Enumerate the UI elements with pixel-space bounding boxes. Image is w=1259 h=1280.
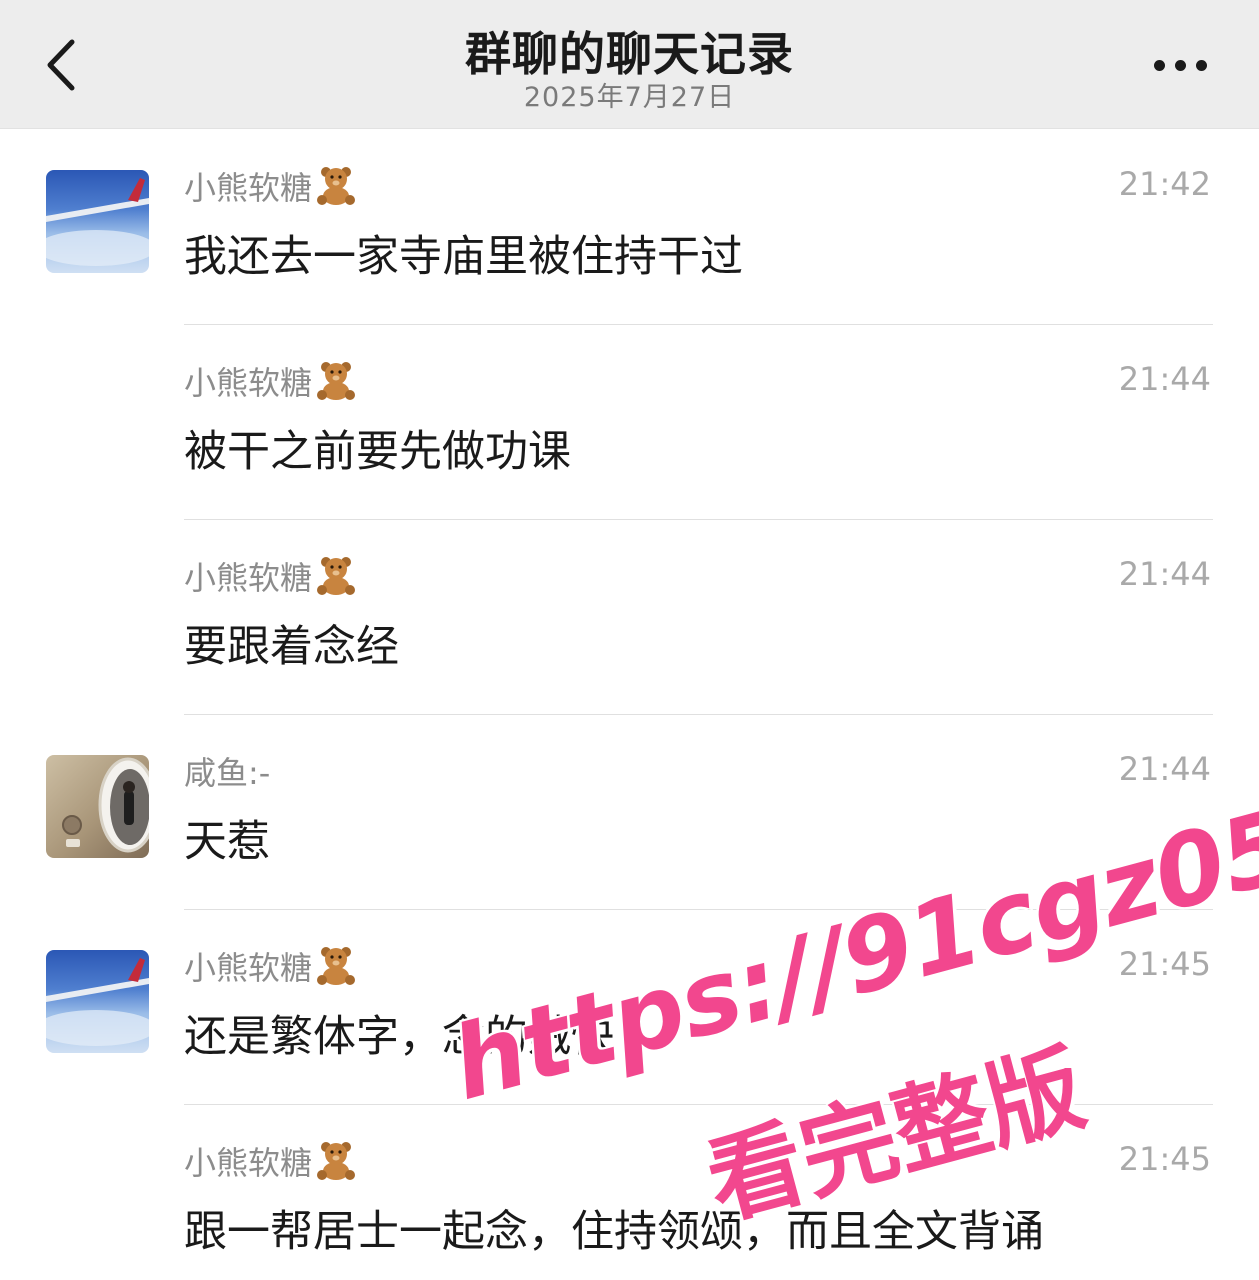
message-item: 小熊软糖 21:44 被干之前要先做功课 [0,325,1259,520]
message-text[interactable]: 被干之前要先做功课 [184,417,571,479]
sender-name: 小熊软糖 [184,358,358,404]
airplane-wing-icon [46,958,149,1046]
teddy-bear-icon [317,557,356,595]
message-time: 21:45 [1118,1140,1211,1178]
message-time: 21:44 [1118,555,1211,593]
message-time: 21:44 [1118,360,1211,398]
header-bar: 群聊的聊天记录 2025年7月27日 [0,0,1259,129]
message-time: 21:42 [1118,165,1211,203]
more-dots-icon [1154,60,1165,71]
chat-history-page: 群聊的聊天记录 2025年7月27日 小熊软糖 21:42 我还去一家寺庙里被住… [0,0,1259,1280]
more-options-button[interactable] [1144,40,1216,90]
airplane-wing-icon [46,178,149,266]
message-text[interactable]: 要跟着念经 [184,612,399,674]
avatar[interactable] [46,950,149,1053]
teddy-bear-icon [317,362,356,400]
message-item: 咸鱼:- 21:44 天惹 [0,715,1259,910]
sender-name: 咸鱼:- [184,754,271,792]
page-subtitle-date: 2025年7月27日 [523,82,736,113]
room-selfie-icon [62,757,149,853]
message-item: 小熊软糖 21:42 我还去一家寺庙里被住持干过 [0,130,1259,325]
teddy-bear-icon [317,167,356,205]
sender-name: 小熊软糖 [184,1138,358,1184]
sender-name: 小熊软糖 [184,943,358,989]
message-item: 小熊软糖 21:45 还是繁体字，念的贼快 [0,910,1259,1105]
message-text[interactable]: 天惹 [184,807,270,869]
message-text[interactable]: 跟一帮居士一起念，住持领颂，而且全文背诵 [184,1197,1044,1259]
message-time: 21:45 [1118,945,1211,983]
avatar[interactable] [46,755,149,858]
message-item: 小熊软糖 21:45 跟一帮居士一起念，住持领颂，而且全文背诵 [0,1105,1259,1280]
teddy-bear-icon [317,1142,356,1180]
teddy-bear-icon [317,947,356,985]
avatar[interactable] [46,170,149,273]
sender-name: 小熊软糖 [184,553,358,599]
message-time: 21:44 [1118,750,1211,788]
sender-name: 小熊软糖 [184,163,358,209]
message-text[interactable]: 我还去一家寺庙里被住持干过 [184,222,743,284]
message-text[interactable]: 还是繁体字，念的贼快 [184,1002,614,1064]
message-item: 小熊软糖 21:44 要跟着念经 [0,520,1259,715]
